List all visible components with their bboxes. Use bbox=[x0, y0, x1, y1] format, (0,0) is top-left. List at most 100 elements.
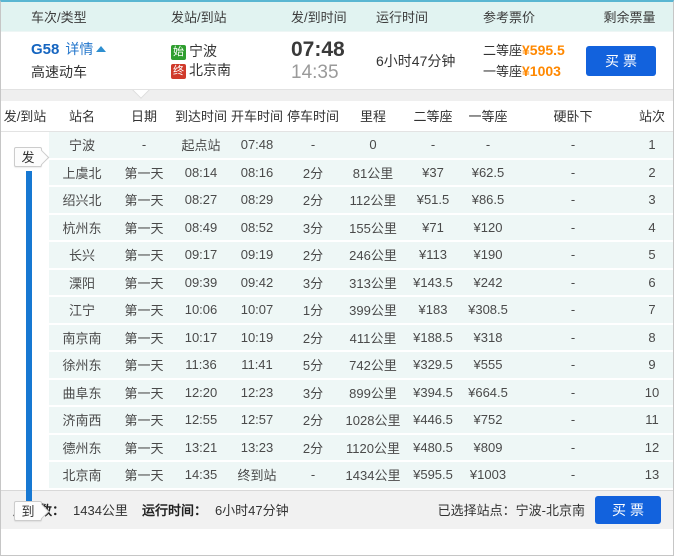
first-class-price: ¥664.5 bbox=[461, 378, 515, 407]
rail-cell bbox=[1, 241, 49, 270]
stop-duration: 2分 bbox=[285, 158, 341, 187]
stations-cell: 始宁波 终北京南 bbox=[171, 42, 291, 80]
train-detail-panel: 车次/类型 发站/到站 发/到时间 运行时间 参考票价 剩余票量 G58 详情 高… bbox=[0, 0, 674, 556]
arrival-time: 08:14 bbox=[173, 158, 229, 187]
stop-index: 3 bbox=[631, 186, 673, 215]
buy-cell: 买票 bbox=[586, 45, 673, 76]
second-class-price: ¥188.5 bbox=[405, 323, 461, 352]
stop-index: 6 bbox=[631, 268, 673, 297]
buy-ticket-button[interactable]: 买票 bbox=[586, 45, 656, 76]
hard-sleeper-price: - bbox=[515, 296, 631, 325]
table-row: 绍兴北 第一天 08:27 08:29 2分 112公里 ¥51.5 ¥86.5-3 bbox=[1, 186, 673, 215]
departure-time: 11:41 bbox=[229, 351, 285, 380]
stops-col-header: 发/到站 bbox=[1, 101, 49, 132]
rail-cell bbox=[1, 323, 49, 352]
arrive-tag: 到 bbox=[14, 501, 42, 521]
table-row: 曲阜东 第一天 12:20 12:23 3分 899公里 ¥394.5 ¥664.5-10 bbox=[1, 378, 673, 407]
rail-cell bbox=[1, 378, 49, 407]
second-class-price: ¥113 bbox=[405, 241, 461, 270]
station-name[interactable]: 德州东 bbox=[49, 433, 115, 462]
table-row: 南京南 第一天 10:17 10:19 2分 411公里 ¥188.5 ¥318-8 bbox=[1, 323, 673, 352]
station-name[interactable]: 徐州东 bbox=[49, 351, 115, 380]
rail-cell bbox=[1, 186, 49, 215]
station-name[interactable]: 济南西 bbox=[49, 406, 115, 435]
stop-index: 7 bbox=[631, 296, 673, 325]
col-stations: 发站/到站 bbox=[171, 10, 227, 25]
rail-cell bbox=[1, 433, 49, 462]
mileage: 1434公里 bbox=[341, 461, 405, 490]
duration-cell: 6小时47分钟 bbox=[376, 52, 456, 69]
stops-col-header: 硬卧下 bbox=[515, 101, 631, 132]
departure-time: 10:07 bbox=[229, 296, 285, 325]
station-name[interactable]: 曲阜东 bbox=[49, 378, 115, 407]
hard-sleeper-price: - bbox=[515, 213, 631, 242]
arrival-time: 13:21 bbox=[173, 433, 229, 462]
stop-index: 2 bbox=[631, 158, 673, 187]
departure-time: 07:48 bbox=[229, 131, 285, 160]
first-class-price: ¥62.5 bbox=[461, 158, 515, 187]
mileage-value: 1434公里 bbox=[73, 503, 128, 518]
date: 第一天 bbox=[115, 378, 173, 407]
footer-buy-ticket-button[interactable]: 买票 bbox=[595, 495, 661, 524]
stop-index: 4 bbox=[631, 213, 673, 242]
first-class-price: ¥120 bbox=[461, 213, 515, 242]
table-row: 济南西 第一天 12:55 12:57 2分 1028公里 ¥446.5 ¥752-11 bbox=[1, 406, 673, 435]
table-row: 北京南 第一天 14:35 终到站 -1434公里 ¥595.5 ¥1003-13 bbox=[1, 461, 673, 490]
col-remaining-tickets: 剩余票量 bbox=[603, 10, 656, 25]
stop-duration: - bbox=[285, 131, 341, 160]
depart-time: 07:48 bbox=[291, 37, 345, 61]
stop-duration: 2分 bbox=[285, 406, 341, 435]
station-name[interactable]: 北京南 bbox=[49, 461, 115, 490]
station-name[interactable]: 绍兴北 bbox=[49, 186, 115, 215]
hard-sleeper-price: - bbox=[515, 378, 631, 407]
arrival-time: 12:20 bbox=[173, 378, 229, 407]
table-row: 江宁 第一天 10:06 10:07 1分 399公里 ¥183 ¥308.5-7 bbox=[1, 296, 673, 325]
second-class-price: ¥394.5 bbox=[405, 378, 461, 407]
collapse-chevron-icon[interactable] bbox=[96, 46, 107, 52]
station-name[interactable]: 南京南 bbox=[49, 323, 115, 352]
stop-duration: - bbox=[285, 461, 341, 490]
train-code: G58 bbox=[31, 41, 60, 58]
station-name[interactable]: 长兴 bbox=[49, 241, 115, 270]
station-name[interactable]: 江宁 bbox=[49, 296, 115, 325]
second-class-price: ¥183 bbox=[405, 296, 461, 325]
stop-index: 1 bbox=[631, 131, 673, 160]
station-name[interactable]: 宁波 bbox=[49, 131, 115, 160]
stops-header-row: 发/到站 站名 日期 到达时间 开车时间 停车时间 里程 二等座 一等座 硬卧下 站次 bbox=[1, 101, 673, 132]
second-class-label: 二等座 bbox=[483, 42, 523, 58]
station-name[interactable]: 杭州东 bbox=[49, 213, 115, 242]
train-type-label: 高速动车 bbox=[31, 64, 87, 80]
date: 第一天 bbox=[115, 241, 173, 270]
departure-time: 13:23 bbox=[229, 433, 285, 462]
stops-section: 发/到站 站名 日期 到达时间 开车时间 停车时间 里程 二等座 一等座 硬卧下 站次 宁波 - 起点站… bbox=[1, 101, 673, 521]
details-toggle-link[interactable]: 详情 bbox=[65, 41, 93, 57]
depart-tag: 发 bbox=[14, 147, 42, 167]
footer-bar: 里程数： 1434公里 运行时间： 6小时47分钟 已选择站点： 宁波-北京南 … bbox=[1, 489, 673, 529]
hard-sleeper-price: - bbox=[515, 158, 631, 187]
mileage: 742公里 bbox=[341, 351, 405, 380]
mileage: 1120公里 bbox=[341, 433, 405, 462]
arrival-time: 14:35 bbox=[173, 461, 229, 490]
date: 第一天 bbox=[115, 433, 173, 462]
stop-duration: 3分 bbox=[285, 268, 341, 297]
arrival-time: 11:36 bbox=[173, 351, 229, 380]
date: 第一天 bbox=[115, 461, 173, 490]
mileage: 246公里 bbox=[341, 241, 405, 270]
stop-duration: 2分 bbox=[285, 433, 341, 462]
date: 第一天 bbox=[115, 213, 173, 242]
stops-col-header: 停车时间 bbox=[285, 101, 341, 132]
destination-station: 北京南 bbox=[189, 61, 231, 78]
departure-time: 09:19 bbox=[229, 241, 285, 270]
col-ref-price: 参考票价 bbox=[483, 10, 536, 25]
stops-col-header: 到达时间 bbox=[173, 101, 229, 132]
stops-table: 发/到站 站名 日期 到达时间 开车时间 停车时间 里程 二等座 一等座 硬卧下 站次 宁波 - 起点站… bbox=[1, 101, 673, 490]
selected-stations-value: 宁波-北京南 bbox=[515, 503, 585, 518]
route-rail-bar bbox=[26, 171, 32, 501]
expanded-panel-strip bbox=[1, 89, 673, 101]
stop-duration: 1分 bbox=[285, 296, 341, 325]
departure-time: 12:57 bbox=[229, 406, 285, 435]
stop-duration: 5分 bbox=[285, 351, 341, 380]
stop-index: 8 bbox=[631, 323, 673, 352]
station-name[interactable]: 上虞北 bbox=[49, 158, 115, 187]
station-name[interactable]: 溧阳 bbox=[49, 268, 115, 297]
